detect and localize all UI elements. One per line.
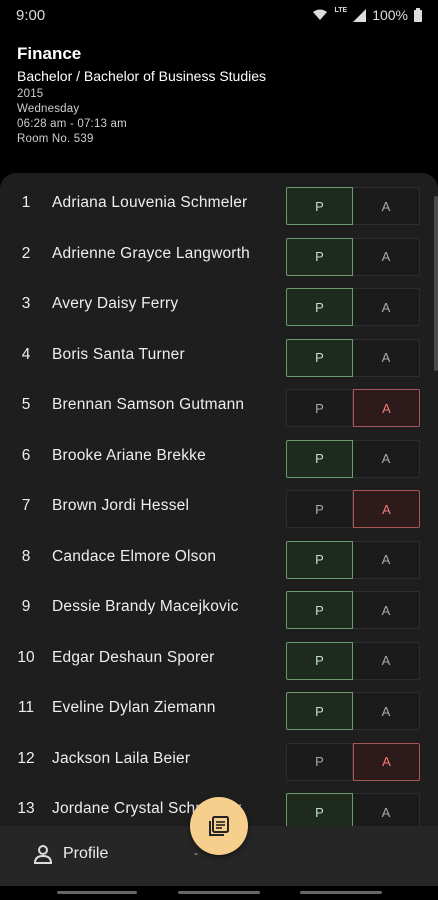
- battery-icon: [414, 8, 422, 22]
- student-number: 12: [17, 749, 35, 767]
- nav-profile[interactable]: Profile: [33, 844, 108, 864]
- attendance-toggle: PA: [286, 591, 420, 629]
- class-day: Wednesday: [17, 103, 80, 115]
- attendance-toggle: PA: [286, 641, 420, 680]
- attendance-toggle: PA: [286, 389, 420, 427]
- student-name: Jackson Laila Beier: [52, 749, 191, 767]
- attendance-toggle: PA: [286, 742, 420, 781]
- student-row: 1 Adriana Louvenia Schmeler P A: [0, 177, 438, 227]
- student-name: Avery Daisy Ferry: [52, 295, 179, 312]
- student-name: Dessie Brandy Macejkovic: [52, 598, 239, 615]
- wifi-icon: [313, 9, 328, 20]
- absent-button[interactable]: A: [353, 439, 420, 478]
- subject-title: Finance: [17, 44, 82, 63]
- attendance-toggle: PA: [286, 187, 420, 225]
- student-number: 9: [21, 598, 31, 615]
- student-row: 12 Jackson Laila Beier P A: [0, 733, 438, 783]
- present-button[interactable]: P: [286, 389, 353, 427]
- absent-button[interactable]: A: [353, 288, 420, 326]
- fab-button[interactable]: [190, 797, 248, 855]
- nav-gesture-left: [57, 891, 137, 894]
- present-button[interactable]: P: [286, 540, 353, 579]
- student-row: 10 Edgar Deshaun Sporer P A: [0, 632, 438, 682]
- absent-button[interactable]: A: [353, 591, 420, 629]
- student-name: Boris Santa Turner: [52, 345, 185, 363]
- present-button[interactable]: P: [286, 439, 353, 478]
- attendance-toggle: PA: [286, 540, 420, 579]
- attendance-sheet[interactable]: 1 Adriana Louvenia Schmeler P A 2 Adrienne Gr…: [0, 173, 438, 900]
- gesture-bar: [0, 886, 438, 900]
- present-button[interactable]: P: [286, 237, 353, 276]
- class-year: 2015: [17, 88, 44, 100]
- student-number: 5: [21, 396, 31, 413]
- absent-button[interactable]: A: [353, 338, 420, 377]
- attendance-toggle: PA: [286, 692, 420, 730]
- absent-button[interactable]: A: [353, 389, 420, 427]
- present-button[interactable]: P: [286, 288, 353, 326]
- student-number: 10: [17, 648, 35, 666]
- student-name: Edgar Deshaun Sporer: [52, 648, 215, 666]
- student-number: 11: [17, 699, 35, 716]
- student-row: 7 Brown Jordi Hessel P A: [0, 480, 438, 530]
- student-row: 9 Dessie Brandy Macejkovic P A: [0, 581, 438, 631]
- status-icons: LTE 100%: [312, 7, 422, 23]
- student-number: 8: [21, 547, 31, 565]
- attendance-toggle: PA: [286, 288, 420, 326]
- absent-button[interactable]: A: [353, 490, 420, 528]
- notes-icon: [209, 816, 229, 836]
- present-button[interactable]: P: [286, 692, 353, 730]
- class-time: 06:28 am - 07:13 am: [17, 118, 127, 130]
- absent-button[interactable]: A: [353, 540, 420, 579]
- student-row: 5 Brennan Samson Gutmann P A: [0, 379, 438, 429]
- nav-gesture-right: [300, 891, 382, 894]
- student-number: 1: [21, 194, 31, 211]
- course-name: Bachelor / Bachelor of Business Studies: [17, 68, 267, 84]
- present-button[interactable]: P: [286, 742, 353, 781]
- student-number: 13: [17, 800, 35, 817]
- class-header: Finance Bachelor / Bachelor of Business …: [17, 44, 266, 148]
- network-label: LTE: [334, 6, 348, 14]
- nav-gesture-center: [178, 891, 260, 894]
- student-name: Candace Elmore Olson: [52, 547, 217, 565]
- student-row: 6 Brooke Ariane Brekke P A: [0, 430, 438, 480]
- nav-profile-label: Profile: [63, 845, 109, 862]
- absent-button[interactable]: A: [353, 742, 420, 781]
- student-row: 4 Boris Santa Turner P A: [0, 329, 438, 379]
- student-number: 2: [21, 244, 31, 262]
- class-room: Room No. 539: [17, 133, 94, 145]
- student-number: 7: [21, 497, 31, 514]
- present-button[interactable]: P: [286, 591, 353, 629]
- present-button[interactable]: P: [286, 187, 353, 225]
- absent-button[interactable]: A: [353, 237, 420, 276]
- attendance-toggle: PA: [286, 338, 420, 377]
- student-row: 3 Avery Daisy Ferry P A: [0, 278, 438, 328]
- student-name: Brennan Samson Gutmann: [52, 396, 245, 413]
- student-name: Brown Jordi Hessel: [52, 497, 190, 514]
- nav-other-label[interactable]: -: [194, 846, 198, 860]
- student-row: 2 Adrienne Grayce Langworth P A: [0, 228, 438, 278]
- attendance-toggle: PA: [286, 439, 420, 478]
- student-number: 6: [21, 446, 31, 464]
- status-bar: 9:00 LTE 100%: [0, 0, 438, 30]
- student-number: 3: [21, 295, 31, 312]
- student-row: 11 Eveline Dylan Ziemann P A: [0, 682, 438, 732]
- signal-icon: [353, 8, 367, 22]
- person-icon: [33, 845, 53, 864]
- status-time: 9:00: [16, 6, 46, 24]
- absent-button[interactable]: A: [353, 692, 420, 730]
- absent-button[interactable]: A: [353, 641, 420, 680]
- student-name: Adrienne Grayce Langworth: [52, 244, 251, 262]
- student-number: 4: [21, 345, 31, 363]
- battery-level: 100%: [372, 7, 408, 23]
- present-button[interactable]: P: [286, 490, 353, 528]
- student-row: 8 Candace Elmore Olson P A: [0, 531, 438, 581]
- attendance-toggle: PA: [286, 490, 420, 528]
- absent-button[interactable]: A: [353, 187, 420, 225]
- present-button[interactable]: P: [286, 338, 353, 377]
- student-name: Eveline Dylan Ziemann: [52, 699, 216, 716]
- student-name: Adriana Louvenia Schmeler: [52, 194, 248, 211]
- student-name: Brooke Ariane Brekke: [52, 446, 206, 464]
- present-button[interactable]: P: [286, 641, 353, 680]
- attendance-toggle: PA: [286, 237, 420, 276]
